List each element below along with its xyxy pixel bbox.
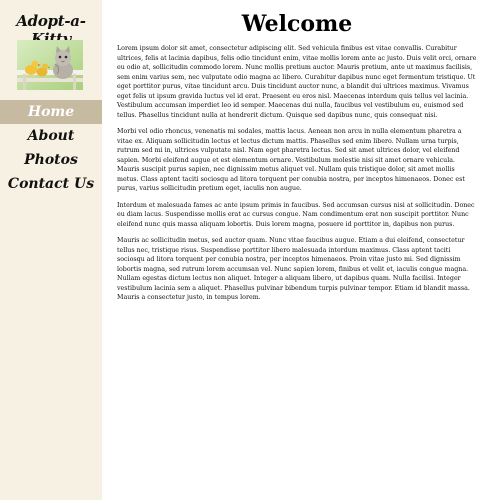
page-title: Welcome xyxy=(241,11,353,37)
nav-item-about[interactable]: About xyxy=(0,124,102,148)
nav-item-photos[interactable]: Photos xyxy=(0,148,102,172)
nav-item-home[interactable]: Home xyxy=(0,100,102,124)
body-paragraph: Lorem ipsum dolor sit amet, consectetur … xyxy=(117,45,477,119)
sidebar: Adopt-a-Kitty Home About Photos Contact … xyxy=(0,0,102,500)
kitten-ducklings-photo xyxy=(17,40,83,90)
main-nav: Home About Photos Contact Us xyxy=(0,100,102,196)
body-paragraph: Morbi vel odio rhoncus, venenatis mi sod… xyxy=(117,128,465,192)
page: Adopt-a-Kitty Home About Photos Contact … xyxy=(0,0,500,500)
body-paragraph: Interdum et malesuada fames ac ante ipsu… xyxy=(117,201,475,228)
main-content: Welcome Lorem ipsum dolor sit amet, cons… xyxy=(117,0,477,310)
body-paragraph: Mauris ac sollicitudin metus, sed auctor… xyxy=(117,237,470,301)
nav-item-contact-us[interactable]: Contact Us xyxy=(0,172,102,196)
